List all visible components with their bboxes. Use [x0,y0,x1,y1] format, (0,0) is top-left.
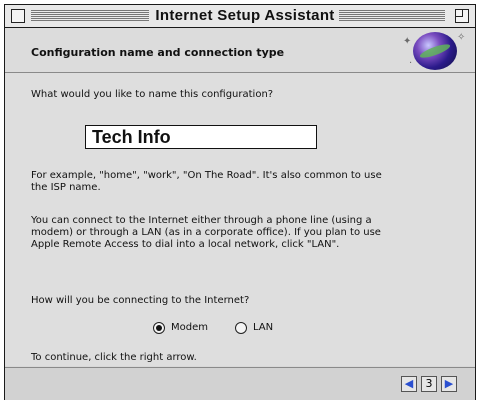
info-text-line-1: You can connect to the Internet either t… [31,215,372,226]
connection-question: How will you be connecting to the Intern… [31,295,250,306]
window-title: Internet Setup Assistant [155,7,335,24]
lan-radio-button[interactable] [235,322,247,334]
zoom-box-icon[interactable] [455,9,469,23]
example-text-line-2: the ISP name. [31,182,101,193]
page-title: Configuration name and connection type [31,46,285,59]
sparkle-icon: ✧ [457,32,466,43]
sparkle-icon: ✦ [403,36,412,47]
globe-land-shape [418,41,452,61]
page-number-indicator: 3 [421,376,437,392]
example-text-line-1: For example, "home", "work", "On The Roa… [31,170,382,181]
setup-assistant-window: Internet Setup Assistant Configuration n… [4,4,476,400]
globe-icon [413,32,457,70]
back-arrow-button[interactable]: ◀ [401,376,417,392]
close-box-icon[interactable] [11,9,25,23]
info-text-line-3: Apple Remote Access to dial into a local… [31,239,340,250]
info-text-line-2: modem) or through a LAN (as in a corpora… [31,227,381,238]
next-arrow-button[interactable]: ▶ [441,376,457,392]
title-bar-stripes-right [339,10,445,21]
name-prompt: What would you like to name this configu… [31,89,274,100]
title-bar[interactable]: Internet Setup Assistant [5,5,475,28]
content-panel: What would you like to name this configu… [5,73,475,366]
lan-radio-label[interactable]: LAN [253,322,273,334]
title-bar-stripes-left [31,10,149,21]
configuration-name-field[interactable]: Tech Info [85,125,317,149]
continue-instruction: To continue, click the right arrow. [31,352,197,363]
modem-radio-button[interactable] [153,322,165,334]
modem-radio-label[interactable]: Modem [171,322,208,334]
navigation-bar: ◀ 3 ▶ [5,367,475,400]
sparkle-icon: · [409,58,413,69]
page-header: Configuration name and connection type ✦… [5,28,475,73]
